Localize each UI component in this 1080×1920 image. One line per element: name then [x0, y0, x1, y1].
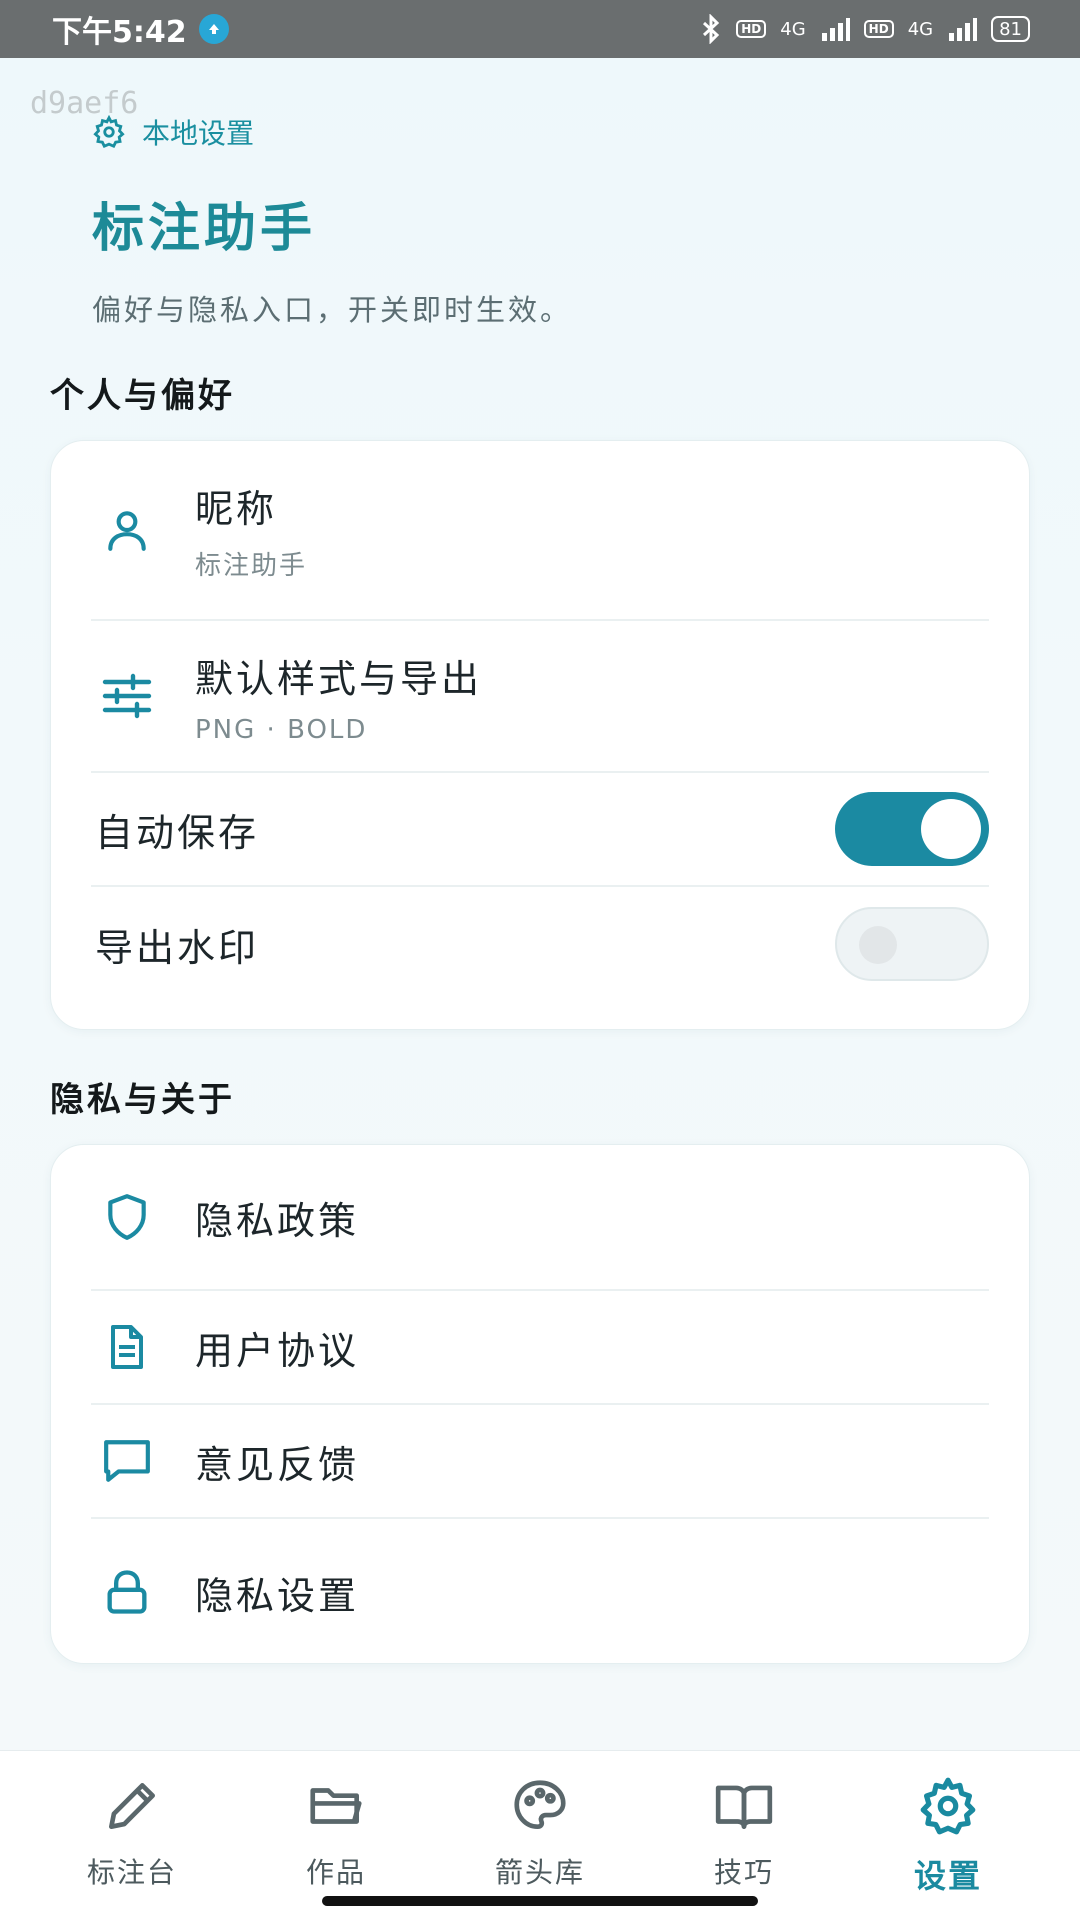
export-watermark-row: 导出水印 — [91, 887, 989, 1001]
section-title-privacy: 隐私与关于 — [50, 1080, 235, 1120]
toggle-knob — [921, 799, 981, 859]
style-export-label: 默认样式与导出 — [195, 656, 483, 701]
lock-icon — [95, 1560, 159, 1624]
book-icon — [715, 1785, 773, 1829]
privacy-settings-label: 隐私设置 — [195, 1573, 360, 1618]
privacy-policy-label: 隐私政策 — [195, 1198, 360, 1243]
pencil-icon — [109, 1783, 155, 1829]
nav-label-arrows: 箭头库 — [494, 1856, 585, 1889]
export-watermark-label: 导出水印 — [95, 925, 260, 970]
battery-icon: 81 — [991, 16, 1030, 42]
auto-save-toggle[interactable] — [835, 792, 989, 866]
style-export-text: 默认样式与导出 PNG · BOLD — [195, 648, 482, 745]
page-header: 本地设置 标注助手 偏好与隐私入口，开关即时生效。 — [92, 112, 992, 329]
privacy-card: 隐私政策 用户协议 意见反馈 隐私设置 — [50, 1144, 1030, 1664]
nav-label-settings: 设置 — [913, 1857, 982, 1895]
network-label-1: 4G — [780, 18, 806, 40]
status-bar: 下午5:42 HD 4G HD 4G 81 — [0, 0, 1080, 58]
style-export-value: PNG · BOLD — [195, 714, 368, 745]
page-subtitle: 偏好与隐私入口，开关即时生效。 — [92, 293, 573, 327]
nickname-value: 标注助手 — [195, 551, 308, 581]
gear-icon — [93, 115, 125, 148]
nav-label-tips: 技巧 — [713, 1856, 774, 1889]
status-time: 下午5:42 — [52, 15, 187, 50]
bluetooth-icon — [703, 14, 720, 44]
nickname-row[interactable]: 昵称 标注助手 — [91, 441, 989, 621]
nav-label-works: 作品 — [305, 1856, 366, 1889]
feedback-row[interactable]: 意见反馈 — [91, 1405, 989, 1519]
upload-icon — [198, 14, 229, 44]
page-title: 标注助手 — [92, 199, 317, 259]
section-title-personal: 个人与偏好 — [50, 376, 235, 416]
user-icon — [95, 498, 159, 562]
header-tag: 本地设置 — [92, 112, 992, 152]
status-left: 下午5:42 — [52, 7, 229, 51]
hd-badge-2: HD — [863, 20, 894, 38]
nav-label-annotate: 标注台 — [86, 1856, 177, 1889]
nickname-text: 昵称 标注助手 — [195, 478, 307, 582]
chat-icon — [95, 1429, 159, 1493]
nav-item-settings[interactable]: 设置 — [858, 1775, 1038, 1920]
toggle-knob — [859, 926, 897, 964]
shield-icon — [95, 1185, 159, 1249]
auto-save-label: 自动保存 — [95, 810, 260, 855]
palette-icon — [514, 1780, 566, 1829]
folder-icon — [310, 1788, 362, 1824]
auto-save-row: 自动保存 — [91, 773, 989, 887]
export-watermark-toggle[interactable] — [835, 907, 989, 981]
user-agreement-row[interactable]: 用户协议 — [91, 1291, 989, 1405]
privacy-policy-row[interactable]: 隐私政策 — [91, 1145, 989, 1291]
home-indicator[interactable] — [322, 1896, 758, 1906]
header-tag-label: 本地设置 — [142, 117, 255, 150]
hd-badge: HD — [736, 20, 767, 38]
nav-item-annotate[interactable]: 标注台 — [42, 1775, 222, 1920]
bottom-nav: 标注台 作品 箭头库 技巧 设置 — [0, 1750, 1080, 1920]
status-right: HD 4G HD 4G 81 — [700, 14, 1030, 44]
user-agreement-label: 用户协议 — [195, 1328, 360, 1373]
privacy-settings-row[interactable]: 隐私设置 — [91, 1519, 989, 1665]
signal-icon-2 — [949, 18, 978, 41]
feedback-label: 意见反馈 — [195, 1442, 360, 1487]
network-label-2: 4G — [907, 18, 934, 40]
sliders-icon — [95, 664, 159, 728]
nickname-label: 昵称 — [195, 487, 278, 531]
signal-icon — [821, 18, 850, 41]
gear-icon — [920, 1777, 976, 1835]
personal-settings-card: 昵称 标注助手 默认样式与导出 PNG · BOLD 自动保存 导出水印 — [50, 440, 1030, 1030]
document-icon — [95, 1315, 159, 1379]
style-export-row[interactable]: 默认样式与导出 PNG · BOLD — [91, 621, 989, 773]
